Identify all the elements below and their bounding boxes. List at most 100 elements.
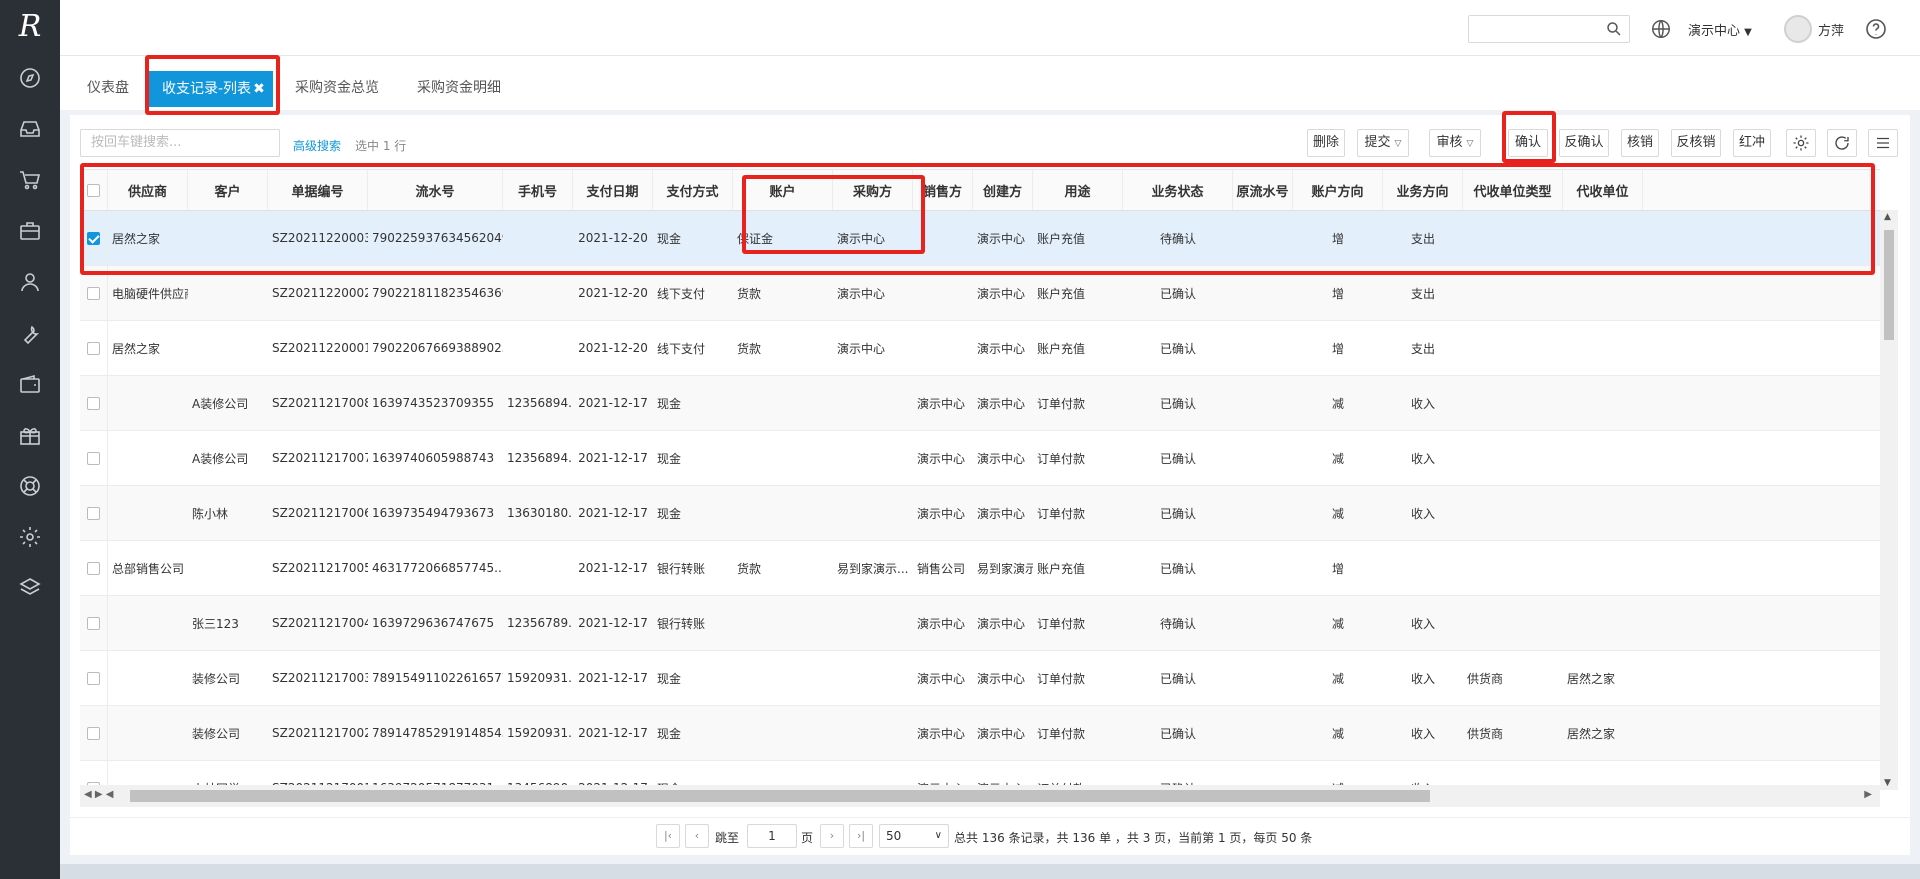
table-row[interactable]: 装修公司 SZ20211217003 789154911022616577 15920… bbox=[80, 651, 1880, 706]
verify-button[interactable]: 核销 bbox=[1621, 129, 1659, 157]
tab-purchase-funds-detail[interactable]: 采购资金明细 bbox=[417, 73, 501, 103]
avatar[interactable] bbox=[1784, 15, 1812, 43]
menu-button[interactable] bbox=[1868, 129, 1898, 157]
row-select-cell[interactable] bbox=[80, 376, 108, 430]
column-header[interactable]: 客户 bbox=[188, 170, 268, 210]
column-header[interactable]: 代收单位类型 bbox=[1463, 170, 1563, 210]
sidebar-item-layers[interactable] bbox=[0, 562, 60, 613]
sidebar-item-briefcase[interactable] bbox=[0, 205, 60, 256]
submit-button[interactable]: 提交 ▽ bbox=[1357, 129, 1409, 157]
row-checkbox[interactable] bbox=[87, 616, 100, 630]
help-icon[interactable] bbox=[1864, 17, 1888, 41]
first-page-button[interactable]: |‹ bbox=[656, 824, 680, 848]
table-row[interactable]: A装修公司 SZ20211217008 1639743523709355 123568… bbox=[80, 376, 1880, 431]
column-header[interactable]: 供应商 bbox=[108, 170, 188, 210]
sidebar-item-lifebuoy[interactable] bbox=[0, 460, 60, 511]
red-reverse-button[interactable]: 红冲 bbox=[1733, 129, 1771, 157]
row-select-cell[interactable] bbox=[80, 431, 108, 485]
row-select-cell[interactable] bbox=[80, 706, 108, 760]
prev-page-button[interactable]: ‹ bbox=[685, 824, 709, 848]
row-select-cell[interactable] bbox=[80, 541, 108, 595]
advanced-search-link[interactable]: 高级搜索 bbox=[293, 137, 341, 154]
scroll-left-icon[interactable]: ◀ ▶ ◀ bbox=[84, 789, 113, 800]
table-row[interactable]: 张三123 SZ20211217004 1639729636747675 123567… bbox=[80, 596, 1880, 651]
row-select-cell[interactable] bbox=[80, 651, 108, 705]
tab-income-expense-list[interactable]: 收支记录-列表 ✖ bbox=[148, 71, 273, 107]
sidebar-item-settings[interactable] bbox=[0, 511, 60, 562]
column-header[interactable]: 手机号 bbox=[503, 170, 573, 210]
delete-button[interactable]: 删除 bbox=[1307, 129, 1345, 157]
sidebar-item-user[interactable] bbox=[0, 256, 60, 307]
row-checkbox[interactable] bbox=[87, 231, 100, 245]
scroll-right-icon[interactable]: ▶ bbox=[1864, 789, 1872, 800]
sidebar-item-wrench[interactable] bbox=[0, 307, 60, 358]
row-select-cell[interactable] bbox=[80, 321, 108, 375]
column-header[interactable]: 原流水号 bbox=[1233, 170, 1293, 210]
row-select-cell[interactable] bbox=[80, 211, 108, 265]
table-row[interactable]: 居然之家 SZ20211220001 790220676693889025 2021-… bbox=[80, 321, 1880, 376]
last-page-button[interactable]: ›| bbox=[849, 824, 873, 848]
sidebar-item-inbox[interactable] bbox=[0, 103, 60, 154]
org-switcher[interactable]: 演示中心 ▼ bbox=[1688, 20, 1752, 39]
table-row[interactable]: A装修公司 SZ20211217007 1639740605988743 123568… bbox=[80, 431, 1880, 486]
table-row[interactable]: 总部销售公司 SZ20211217005 4631772066857745... 20… bbox=[80, 541, 1880, 596]
column-header[interactable]: 账户方向 bbox=[1293, 170, 1383, 210]
unconfirm-button[interactable]: 反确认 bbox=[1559, 129, 1609, 157]
confirm-button[interactable]: 确认 bbox=[1508, 129, 1548, 157]
table-row[interactable]: 陈小林 SZ20211217006 1639735494793673 13630180… bbox=[80, 486, 1880, 541]
review-button[interactable]: 审核 ▽ bbox=[1429, 129, 1481, 157]
tab-dashboard[interactable]: 仪表盘 bbox=[87, 73, 129, 103]
next-page-button[interactable]: › bbox=[820, 824, 844, 848]
column-header[interactable]: 单据编号 bbox=[268, 170, 368, 210]
search-input[interactable]: 按回车键搜索... bbox=[80, 129, 280, 157]
page-input[interactable]: 1 bbox=[747, 824, 797, 848]
column-header[interactable]: 账户 bbox=[733, 170, 833, 210]
column-header[interactable]: 销售方 bbox=[913, 170, 973, 210]
globe-icon[interactable] bbox=[1650, 18, 1672, 40]
column-header[interactable]: 用途 bbox=[1033, 170, 1123, 210]
column-header[interactable]: 代收单位 bbox=[1563, 170, 1643, 210]
select-all-cell[interactable] bbox=[80, 170, 108, 210]
column-header[interactable]: 支付日期 bbox=[573, 170, 653, 210]
select-all-checkbox[interactable] bbox=[87, 183, 100, 197]
table-row[interactable]: 居然之家 SZ20211220003 790225937634562049 2021-… bbox=[80, 211, 1880, 266]
close-icon[interactable]: ✖ bbox=[253, 81, 265, 97]
tab-purchase-funds-overview[interactable]: 采购资金总览 bbox=[295, 73, 379, 103]
column-header[interactable]: 业务方向 bbox=[1383, 170, 1463, 210]
row-select-cell[interactable] bbox=[80, 596, 108, 650]
row-checkbox[interactable] bbox=[87, 396, 100, 410]
column-header[interactable]: 流水号 bbox=[368, 170, 503, 210]
table-row[interactable]: 装修公司 SZ20211217002 789147852919148545 15920… bbox=[80, 706, 1880, 761]
column-header[interactable]: 采购方 bbox=[833, 170, 913, 210]
column-header[interactable]: 业务状态 bbox=[1123, 170, 1233, 210]
row-checkbox[interactable] bbox=[87, 726, 100, 740]
row-checkbox[interactable] bbox=[87, 561, 100, 575]
horizontal-scrollbar[interactable]: ◀ ▶ ◀ ▶ bbox=[80, 785, 1880, 807]
sidebar-item-cart[interactable] bbox=[0, 154, 60, 205]
sidebar-item-gift[interactable] bbox=[0, 409, 60, 460]
scroll-up-icon[interactable]: ▲ bbox=[1884, 212, 1891, 222]
user-name[interactable]: 方萍 bbox=[1818, 20, 1844, 39]
refresh-button[interactable] bbox=[1827, 129, 1857, 157]
row-checkbox[interactable] bbox=[87, 506, 100, 520]
row-checkbox[interactable] bbox=[87, 451, 100, 465]
global-search-input[interactable] bbox=[1468, 15, 1630, 43]
table-row[interactable]: 电脑硬件供应商 SZ20211220002 790221811823546369 20… bbox=[80, 266, 1880, 321]
row-select-cell[interactable] bbox=[80, 266, 108, 320]
scroll-thumb[interactable] bbox=[1884, 230, 1894, 340]
row-checkbox[interactable] bbox=[87, 286, 100, 300]
search-icon[interactable] bbox=[1605, 20, 1623, 38]
vertical-scrollbar[interactable]: ▲ ▼ bbox=[1880, 210, 1898, 790]
page-size-select[interactable]: 50 ∨ bbox=[879, 824, 949, 848]
column-header[interactable]: 支付方式 bbox=[653, 170, 733, 210]
scroll-down-icon[interactable]: ▼ bbox=[1884, 778, 1891, 788]
scroll-thumb[interactable] bbox=[130, 790, 1430, 802]
column-header[interactable]: 创建方 bbox=[973, 170, 1033, 210]
sidebar-item-compass[interactable] bbox=[0, 52, 60, 103]
sidebar-item-wallet[interactable] bbox=[0, 358, 60, 409]
row-select-cell[interactable] bbox=[80, 486, 108, 540]
row-checkbox[interactable] bbox=[87, 671, 100, 685]
unverify-button[interactable]: 反核销 bbox=[1671, 129, 1721, 157]
row-checkbox[interactable] bbox=[87, 341, 100, 355]
settings-button[interactable] bbox=[1786, 129, 1816, 157]
